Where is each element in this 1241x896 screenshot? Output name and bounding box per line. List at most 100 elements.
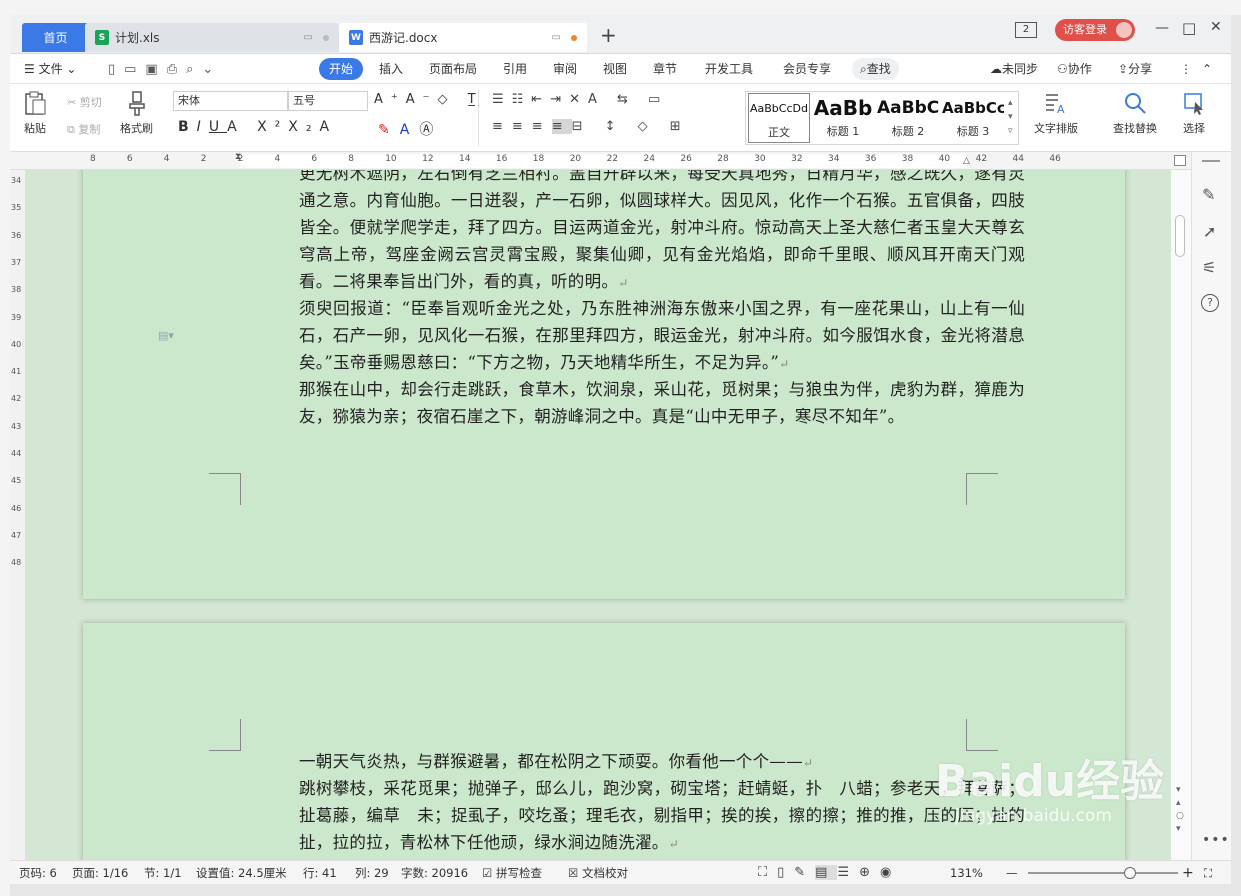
fit-window-icon[interactable]: ⛶ <box>1204 861 1212 885</box>
zoom-slider-thumb[interactable] <box>1124 867 1137 879</box>
proofread-label: 文档校对 <box>581 866 628 880</box>
help-icon[interactable]: ? <box>1201 294 1219 312</box>
status-section[interactable]: 节: 1/1 <box>144 861 182 885</box>
more-icon[interactable]: ⋮ <box>1180 54 1192 84</box>
vertical-scrollbar[interactable]: ▾ ▴ ○ ▾ <box>1171 170 1191 860</box>
unsaved-dot <box>571 34 577 41</box>
share-label: 分享 <box>1128 62 1153 76</box>
share-button[interactable]: ⇪分享 <box>1118 54 1152 84</box>
style-heading1[interactable]: AaBb 标题 1 <box>812 93 874 143</box>
sync-button[interactable]: ☁未同步 <box>990 54 1038 84</box>
style-heading2[interactable]: AaBbC 标题 2 <box>877 93 939 143</box>
tab-developer[interactable]: 开发工具 <box>705 54 753 84</box>
find-replace-label: 查找替换 <box>1113 122 1157 135</box>
cut-label: 剪切 <box>79 96 102 109</box>
font-color-tools[interactable]: ✎AⒶ <box>378 119 443 139</box>
status-page-number[interactable]: 页码: 6 <box>19 861 57 885</box>
status-setting[interactable]: 设置值: 24.5厘米 <box>196 861 287 885</box>
quick-access-icons[interactable]: ▯▭▣⎙⌕⌄ <box>108 62 222 77</box>
style-heading1-name: 标题 1 <box>826 125 860 138</box>
paragraph-3[interactable]: 那猴在山中，却会行走跳跃，食草木，饮涧泉，采山花，觅树果；与狼虫为伴，虎豹为群，… <box>299 376 1025 430</box>
ruler-tick-label: 8 <box>90 154 96 164</box>
tab-view[interactable]: 视图 <box>603 54 627 84</box>
paste-button[interactable]: 粘贴 <box>22 90 48 136</box>
format-painter-button[interactable]: 格式刷 <box>120 90 153 136</box>
paragraph-5[interactable]: 跳树攀枝，采花觅果；抛弹子，邸么儿，跑沙窝，砌宝塔；赶蜻蜓，扑 八蜡；参老天，拜… <box>299 775 1025 858</box>
pin-icon[interactable]: ▭ <box>552 32 561 43</box>
cursor-icon[interactable]: ➚ <box>1203 222 1216 241</box>
style-heading3[interactable]: AaBbCc 标题 3 <box>942 93 1004 143</box>
align-tools[interactable]: ≡≡≡≡⊟ ↕ ◇ ⊞ <box>492 119 690 134</box>
pen-icon[interactable]: ✎ <box>1202 185 1215 204</box>
style-normal[interactable]: AaBbCcDd 正文 <box>748 93 810 143</box>
paragraph-4[interactable]: 一朝天气炎热，与群猴避暑，都在松阴之下顽耍。你看他一个个——↵ <box>299 748 1025 777</box>
tab-references[interactable]: 引用 <box>503 54 527 84</box>
horizontal-ruler[interactable]: 8 6 4 2 2 4 6 8 10 12 14 16 18 20 22 24 26 28 30 32 34 36 38 40… <box>10 152 1196 170</box>
tab-home[interactable]: 首页 <box>22 23 89 52</box>
zoom-in-button[interactable]: + <box>1182 861 1194 885</box>
status-page[interactable]: 页面: 1/16 <box>72 861 128 885</box>
font-size-select[interactable]: 五号 <box>288 91 368 111</box>
paragraph-2-text: 须臾回报道：“臣奉旨观听金光之处，乃东胜神洲海东傲来小国之界，有一座花果山，山上… <box>299 299 1025 372</box>
tab-vip[interactable]: 会员专享 <box>783 54 831 84</box>
tab-spreadsheet-label: 计划.xls <box>115 31 160 45</box>
right-indent-marker-icon[interactable]: △ <box>963 156 970 166</box>
scroll-thumb[interactable] <box>1175 215 1185 257</box>
login-button[interactable]: 访客登录 <box>1055 19 1135 41</box>
page-nav-arrows[interactable]: ▾ ▴ ○ ▾ <box>1176 784 1184 836</box>
file-menu[interactable]: ☰ 文件 ⌄ <box>24 54 76 84</box>
tab-document[interactable]: W 西游记.docx ▭ <box>339 23 587 52</box>
more-options-icon[interactable]: ••• <box>1202 832 1230 848</box>
check-icon: ☑ <box>482 866 493 880</box>
list-tools[interactable]: ☰☷⇤⇥✕A ⇆ ▭ <box>492 92 668 107</box>
window-count-badge[interactable]: 2 <box>1015 22 1037 38</box>
maximize-button[interactable]: □ <box>1182 19 1196 37</box>
zoom-out-button[interactable]: — <box>1006 861 1018 885</box>
find-replace-button[interactable]: 查找替换 <box>1113 90 1157 136</box>
ruler-toggle-icon[interactable] <box>1174 155 1186 166</box>
tab-insert[interactable]: 插入 <box>379 54 403 84</box>
paragraph-1[interactable]: 更无树木遮阴，左右倒有芝兰相衬。盖自开辟以来，每受天真地秀，日精月华，感之既久，… <box>299 170 1025 297</box>
ruler-tick-label: 8 <box>348 154 355 164</box>
spellcheck-button[interactable]: ☑ 拼写检查 <box>482 861 542 885</box>
avatar-icon <box>1116 22 1132 38</box>
tab-section[interactable]: 章节 <box>653 54 677 84</box>
page-current[interactable]: 更无树木遮阴，左右倒有芝兰相衬。盖自开辟以来，每受天真地秀，日精月华，感之既久，… <box>83 170 1125 599</box>
indent-marker-icon[interactable]: ⧗ <box>235 152 241 162</box>
tab-spreadsheet[interactable]: S 计划.xls ▭ <box>85 23 339 52</box>
vertical-ruler-tick-label: 43 <box>11 421 22 431</box>
proofread-button[interactable]: ☒ 文档校对 <box>568 861 628 885</box>
collab-button[interactable]: ⚇协作 <box>1057 54 1092 84</box>
paragraph-handle-icon[interactable]: ▤▾ <box>158 329 174 342</box>
cut-button[interactable]: ✂ 剪切 <box>67 94 102 110</box>
paragraph-2[interactable]: 须臾回报道：“臣奉旨观听金光之处，乃东胜神洲海东傲来小国之界，有一座花果山，山上… <box>299 295 1025 378</box>
zoom-level[interactable]: 131% <box>950 861 983 885</box>
new-tab-button[interactable]: + <box>600 23 617 47</box>
settings-sliders-icon[interactable]: ⚟ <box>1202 258 1216 277</box>
text-layout-button[interactable]: A 文字排版 <box>1034 90 1078 136</box>
ribbon-toolbar: 粘贴 ✂ 剪切 ⧉ 复制 格式刷 宋体 五号 A⁺A⁻◇ T̲ BIUA X²X… <box>10 84 1231 152</box>
tab-layout[interactable]: 页面布局 <box>429 54 477 84</box>
select-button[interactable]: 选择 <box>1181 90 1207 136</box>
vertical-ruler[interactable]: 34 35 36 37 38 39 40 41 42 43 44 45 46 47 48 <box>10 170 25 860</box>
tab-start[interactable]: 开始 <box>319 58 364 80</box>
copy-button[interactable]: ⧉ 复制 <box>67 121 100 137</box>
search-button[interactable]: ⌕查找 <box>852 58 899 80</box>
pin-icon[interactable]: ▭ <box>304 32 313 43</box>
status-row[interactable]: 行: 41 <box>303 861 337 885</box>
vertical-ruler-tick-label: 48 <box>11 558 22 568</box>
font-style-tools[interactable]: BIUA X²X₂A <box>178 119 337 135</box>
zoom-slider[interactable] <box>1028 872 1178 874</box>
font-size-tools[interactable]: A⁺A⁻◇ T̲ <box>374 92 484 107</box>
ruler-tick-label: 28 <box>717 154 729 164</box>
status-wordcount[interactable]: 字数: 20916 <box>401 861 468 885</box>
style-scroll-arrows[interactable]: ▴ ▾ ▿ <box>1008 96 1013 138</box>
scissors-icon: ✂ <box>67 96 77 109</box>
tab-review[interactable]: 审阅 <box>553 54 577 84</box>
minimize-button[interactable]: — <box>1155 20 1169 36</box>
close-button[interactable]: ✕ <box>1210 19 1222 35</box>
status-col[interactable]: 列: 29 <box>355 861 389 885</box>
view-mode-icons[interactable]: ⛶▯✎▤☰⊕◉ <box>758 861 901 885</box>
collapse-icon[interactable]: ⌃ <box>1202 54 1212 84</box>
font-family-select[interactable]: 宋体 <box>173 91 288 111</box>
